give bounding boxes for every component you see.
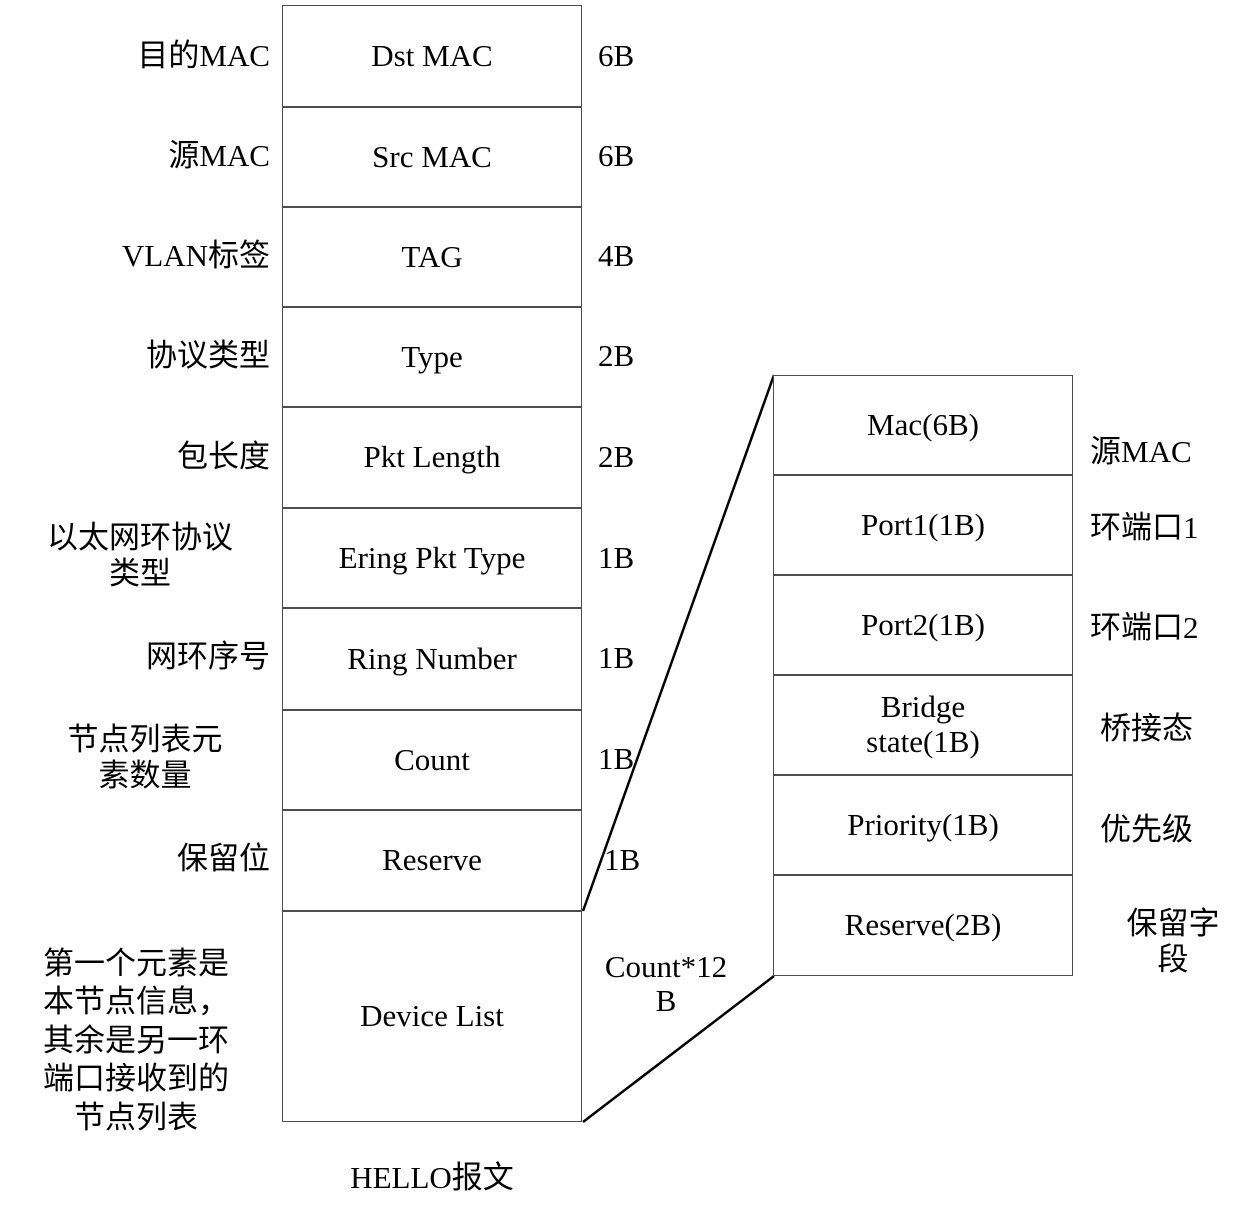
packet-field-reserve: Reserve — [282, 810, 582, 911]
packet-label-dst-mac: 目的MAC — [137, 38, 270, 73]
packet-label-ering-pkt-type: 以太网环协议 类型 — [47, 520, 233, 592]
packet-label-vlan-tag: VLAN标签 — [121, 238, 270, 273]
packet-field-ring-number: Ring Number — [282, 608, 582, 710]
packet-label-ring-number: 网环序号 — [146, 639, 270, 674]
packet-label-src-mac: 源MAC — [168, 138, 270, 173]
packet-label-pkt-length: 包长度 — [177, 439, 270, 474]
packet-field-dst-mac: Dst MAC — [282, 5, 582, 107]
entry-label-reserve: 保留字 段 — [1126, 906, 1220, 978]
packet-field-type: Type — [282, 307, 582, 407]
packet-format-diagram: Dst MAC Src MAC TAG Type Pkt Length Erin… — [0, 0, 1240, 1212]
packet-size-count: 1B — [598, 741, 635, 776]
packet-field-ering-pkt-type: Ering Pkt Type — [282, 508, 582, 608]
entry-label-port1: 环端口1 — [1090, 510, 1199, 545]
entry-field-reserve: Reserve(2B) — [773, 875, 1073, 976]
packet-label-reserve: 保留位 — [177, 841, 270, 876]
entry-label-port2: 环端口2 — [1090, 610, 1199, 645]
entry-field-priority: Priority(1B) — [773, 775, 1073, 875]
packet-size-device-list: Count*12 B — [604, 949, 728, 1019]
entry-field-bridge-state: Bridge state(1B) — [773, 675, 1073, 775]
entry-field-port1: Port1(1B) — [773, 475, 1073, 575]
packet-size-dst-mac: 6B — [598, 38, 635, 73]
packet-label-protocol-type: 协议类型 — [146, 338, 270, 373]
device-list-note: 第一个元素是 本节点信息， 其余是另一环 端口接收到的 节点列表 — [43, 946, 229, 1135]
packet-field-tag: TAG — [282, 207, 582, 307]
packet-field-pkt-length: Pkt Length — [282, 407, 582, 508]
entry-field-mac: Mac(6B) — [773, 375, 1073, 475]
entry-label-mac: 源MAC — [1090, 434, 1192, 469]
packet-size-reserve: 1B — [604, 842, 641, 877]
packet-label-count: 节点列表元 素数量 — [67, 722, 223, 794]
entry-label-bridge-state: 桥接态 — [1100, 711, 1193, 746]
packet-field-device-list: Device List — [282, 911, 582, 1122]
entry-field-port2: Port2(1B) — [773, 575, 1073, 675]
packet-field-src-mac: Src MAC — [282, 107, 582, 207]
packet-field-count: Count — [282, 710, 582, 810]
packet-size-pkt-length: 2B — [598, 439, 635, 474]
packet-size-ring-number: 1B — [598, 640, 635, 675]
packet-size-ering-pkt-type: 1B — [598, 540, 635, 575]
packet-table-caption: HELLO报文 — [350, 1160, 514, 1195]
entry-label-priority: 优先级 — [1100, 812, 1193, 847]
packet-size-type: 2B — [598, 338, 635, 373]
packet-size-tag: 4B — [598, 238, 635, 273]
packet-size-src-mac: 6B — [598, 138, 635, 173]
